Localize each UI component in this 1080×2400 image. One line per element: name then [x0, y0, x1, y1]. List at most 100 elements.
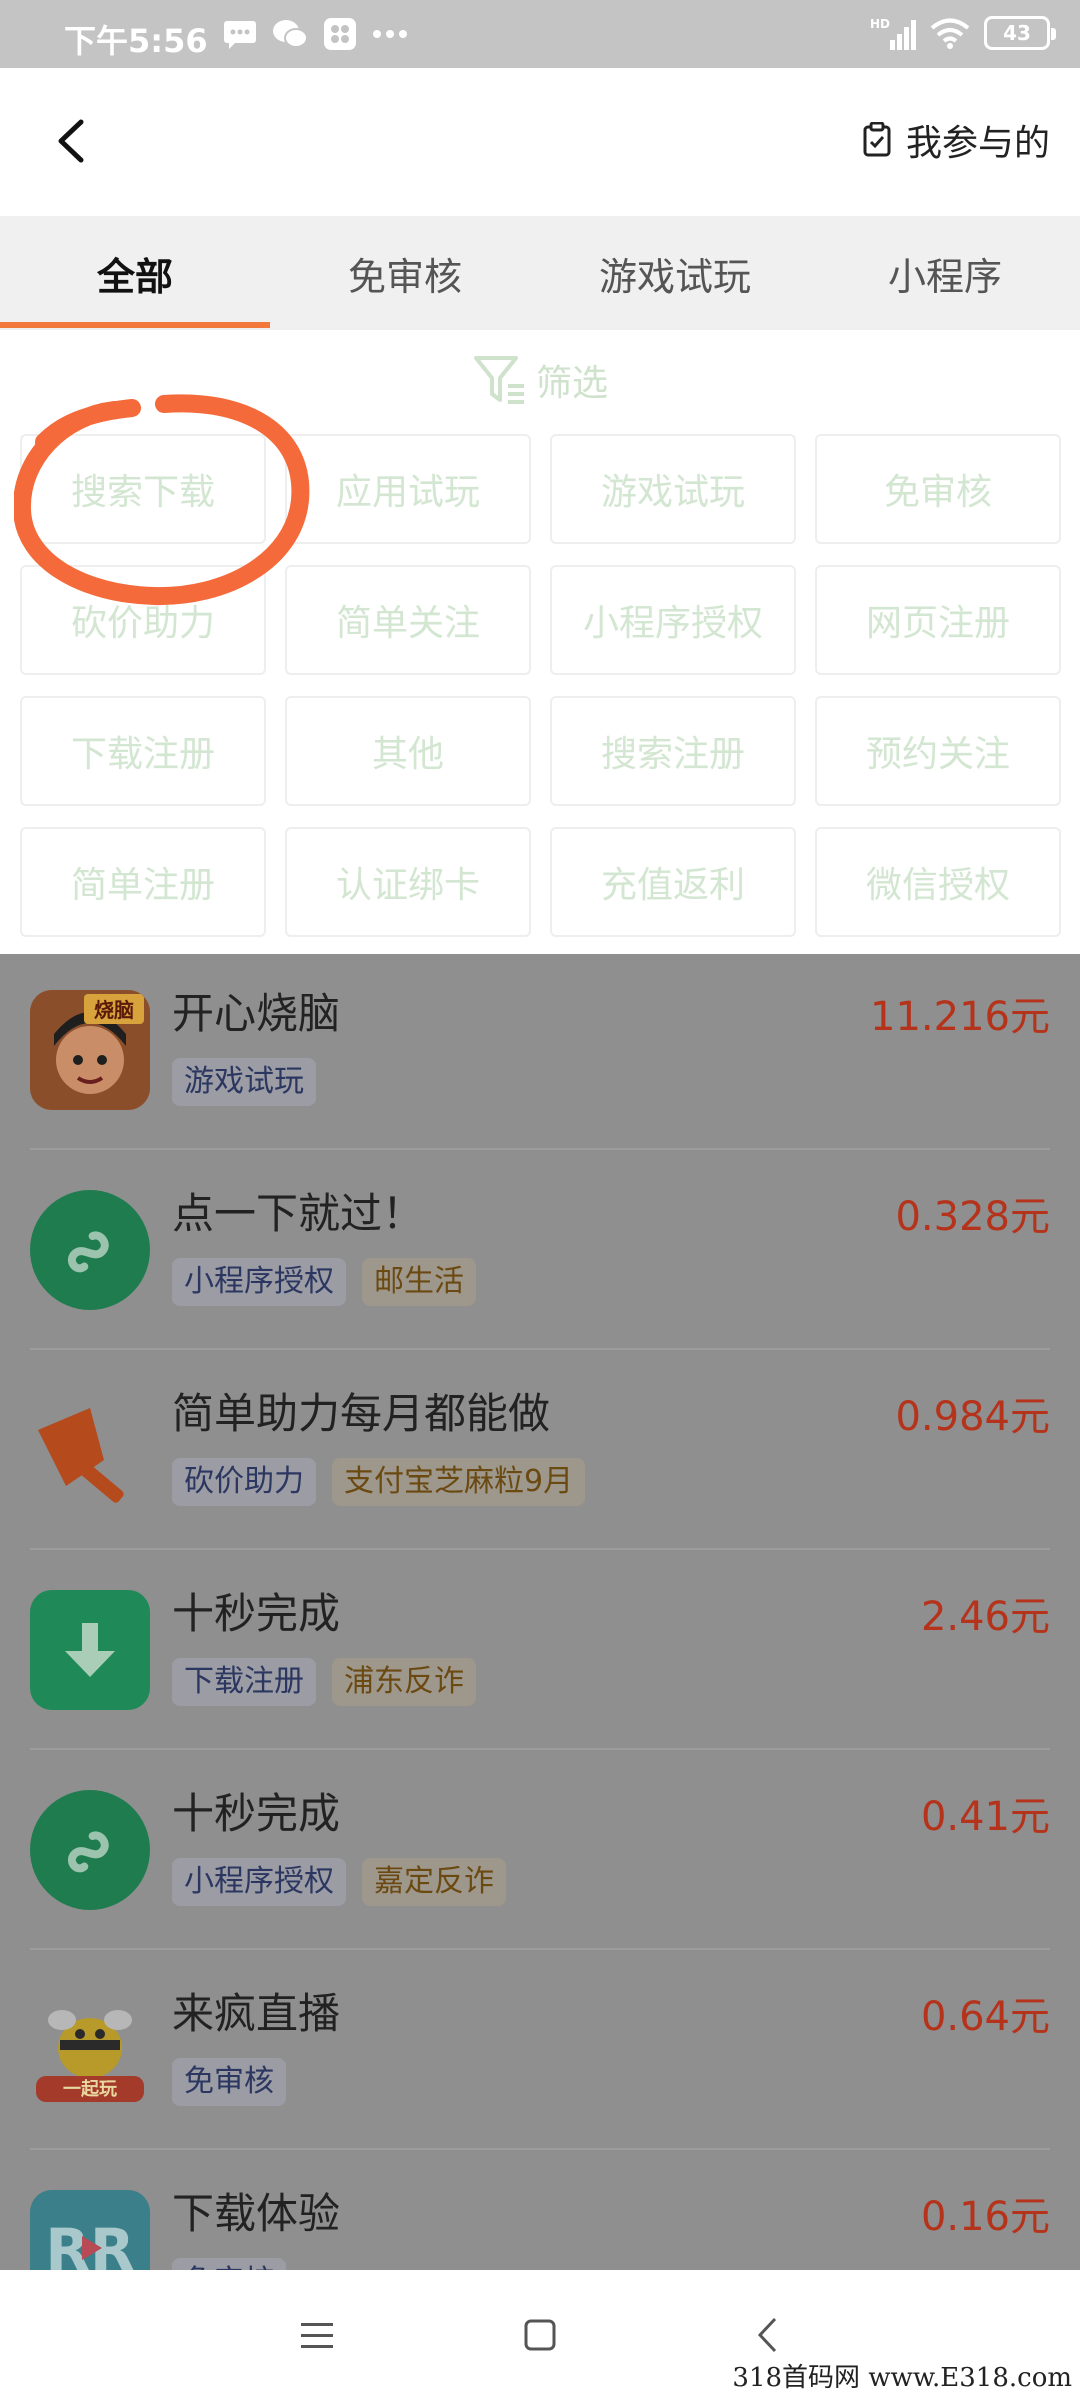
game-icon: 烧脑 [30, 990, 150, 1110]
mini-program-icon [30, 1790, 150, 1910]
filter-option[interactable]: 免审核 [815, 434, 1061, 544]
task-price: 11.216元 [870, 994, 1050, 1040]
filter-option[interactable]: 网页注册 [815, 565, 1061, 675]
wechat-icon [272, 18, 308, 50]
task-price: 2.46元 [920, 1594, 1050, 1640]
filter-option[interactable]: 搜索注册 [550, 696, 796, 806]
task-tag: 浦东反诈 [332, 1658, 476, 1706]
task-price: 0.328元 [895, 1194, 1050, 1240]
filter-option[interactable]: 简单注册 [20, 827, 266, 937]
filter-option[interactable]: 认证绑卡 [285, 827, 531, 937]
task-row[interactable]: 十秒完成 2.46元 下载注册 浦东反诈 [0, 1550, 1080, 1750]
task-title: 点一下就过！ [172, 1189, 425, 1238]
filter-title: 筛选 [535, 363, 608, 404]
task-row[interactable]: 十秒完成 0.41元 小程序授权 嘉定反诈 [0, 1750, 1080, 1950]
signal-icon: HD [870, 17, 916, 50]
battery-indicator: 43 [984, 16, 1056, 50]
task-tag: 下载注册 [172, 1658, 316, 1706]
task-title: 下载体验 [172, 2189, 341, 2238]
filter-option[interactable]: 搜索下载 [20, 434, 266, 544]
home-button[interactable] [505, 2300, 575, 2370]
tab-all[interactable]: 全部 [0, 216, 270, 330]
task-title: 来疯直播 [172, 1989, 341, 2038]
filter-option[interactable]: 小程序授权 [550, 565, 796, 675]
back-button[interactable] [40, 106, 100, 176]
message-icon [222, 18, 258, 50]
filter-option[interactable]: 预约关注 [815, 696, 1061, 806]
task-tag: 支付宝芝麻粒9月 [332, 1458, 586, 1506]
task-row[interactable]: 点一下就过！ 0.328元 小程序授权 邮生活 [0, 1150, 1080, 1350]
filter-panel: 筛选 搜索下载 应用试玩 游戏试玩 免审核 砍价助力 简单关注 小程序授权 网页… [0, 330, 1080, 954]
task-price: 0.64元 [920, 1994, 1050, 2040]
task-row[interactable]: 烧脑 开心烧脑 11.216元 游戏试玩 [0, 954, 1080, 1150]
download-icon [30, 1590, 150, 1710]
menu-icon [301, 2323, 333, 2348]
task-tag: 免审核 [172, 2258, 286, 2270]
filter-option[interactable]: 下载注册 [20, 696, 266, 806]
category-tabs: 全部 免审核 游戏试玩 小程序 [0, 216, 1080, 330]
bee-icon: 一起玩 [30, 1990, 150, 2110]
my-joined-button[interactable]: 我参与的 [862, 114, 1050, 166]
filter-option[interactable]: 砍价助力 [20, 565, 266, 675]
page-header: 我参与的 [0, 68, 1080, 216]
filter-option[interactable]: 微信授权 [815, 827, 1061, 937]
chevron-left-icon [58, 119, 84, 163]
task-row[interactable]: 简单助力每月都能做 0.984元 砍价助力 支付宝芝麻粒9月 [0, 1350, 1080, 1550]
tab-mini-program[interactable]: 小程序 [810, 216, 1080, 330]
wifi-icon [930, 17, 970, 49]
home-square-icon [524, 2319, 556, 2351]
svg-text:HD: HD [870, 17, 890, 31]
task-tags: 小程序授权 嘉定反诈 [172, 1858, 506, 1906]
svg-text:一起玩: 一起玩 [63, 2078, 117, 2100]
task-tag: 小程序授权 [172, 1858, 346, 1906]
tab-game-trial[interactable]: 游戏试玩 [540, 216, 810, 330]
task-title: 简单助力每月都能做 [172, 1389, 551, 1438]
system-nav-bar: 318首码网 www.E318.com [0, 2270, 1080, 2400]
mini-program-icon [30, 1190, 150, 1310]
task-price: 0.984元 [895, 1394, 1050, 1440]
task-tag: 小程序授权 [172, 1258, 346, 1306]
tab-no-review[interactable]: 免审核 [270, 216, 540, 330]
status-bar: 下午5:56 HD 43 [0, 0, 1080, 68]
task-title: 十秒完成 [172, 1589, 341, 1638]
status-time: 下午5:56 [64, 22, 208, 60]
task-tag: 免审核 [172, 2058, 286, 2106]
task-price: 0.16元 [920, 2194, 1050, 2240]
task-tag: 嘉定反诈 [362, 1858, 506, 1906]
filter-option[interactable]: 简单关注 [285, 565, 531, 675]
filter-option[interactable]: 应用试玩 [285, 434, 531, 544]
task-title: 十秒完成 [172, 1789, 341, 1838]
status-right: HD 43 [870, 16, 1056, 50]
task-tags: 砍价助力 支付宝芝麻粒9月 [172, 1458, 586, 1506]
rr-logo-icon: RR [30, 2190, 150, 2270]
task-tag: 砍价助力 [172, 1458, 316, 1506]
filter-option[interactable]: 游戏试玩 [550, 434, 796, 544]
chevron-left-icon [757, 2317, 777, 2353]
task-row[interactable]: RR 下载体验 0.16元 免审核 [0, 2150, 1080, 2270]
task-tags: 小程序授权 邮生活 [172, 1258, 476, 1306]
clipboard-check-icon [863, 122, 891, 157]
watermark-text: 318首码网 www.E318.com [732, 2363, 1072, 2393]
svg-text:烧脑: 烧脑 [94, 998, 134, 1022]
task-tags: 免审核 [172, 2058, 286, 2106]
more-notifications-icon [372, 18, 408, 50]
app-notification-icon [322, 18, 358, 50]
filter-option[interactable]: 其他 [285, 696, 531, 806]
filter-options: 搜索下载 应用试玩 游戏试玩 免审核 砍价助力 简单关注 小程序授权 网页注册 … [20, 434, 1061, 937]
task-price: 0.41元 [920, 1794, 1050, 1840]
notification-icons [222, 18, 408, 50]
filter-header: 筛选 [0, 352, 1080, 408]
task-title: 开心烧脑 [172, 989, 341, 1038]
task-tags: 免审核 [172, 2258, 286, 2270]
task-tags: 下载注册 浦东反诈 [172, 1658, 476, 1706]
axe-icon [30, 1390, 150, 1510]
filter-funnel-icon [473, 356, 524, 404]
menu-button[interactable] [282, 2300, 352, 2370]
task-tag: 游戏试玩 [172, 1058, 316, 1106]
my-joined-label: 我参与的 [905, 123, 1050, 164]
task-tag: 邮生活 [362, 1258, 476, 1306]
task-list: 烧脑 开心烧脑 11.216元 游戏试玩 点一下就过！ 0.328元 小程序授权… [0, 954, 1080, 2270]
filter-option[interactable]: 充值返利 [550, 827, 796, 937]
task-tags: 游戏试玩 [172, 1058, 316, 1106]
task-row[interactable]: 一起玩 来疯直播 0.64元 免审核 [0, 1950, 1080, 2150]
